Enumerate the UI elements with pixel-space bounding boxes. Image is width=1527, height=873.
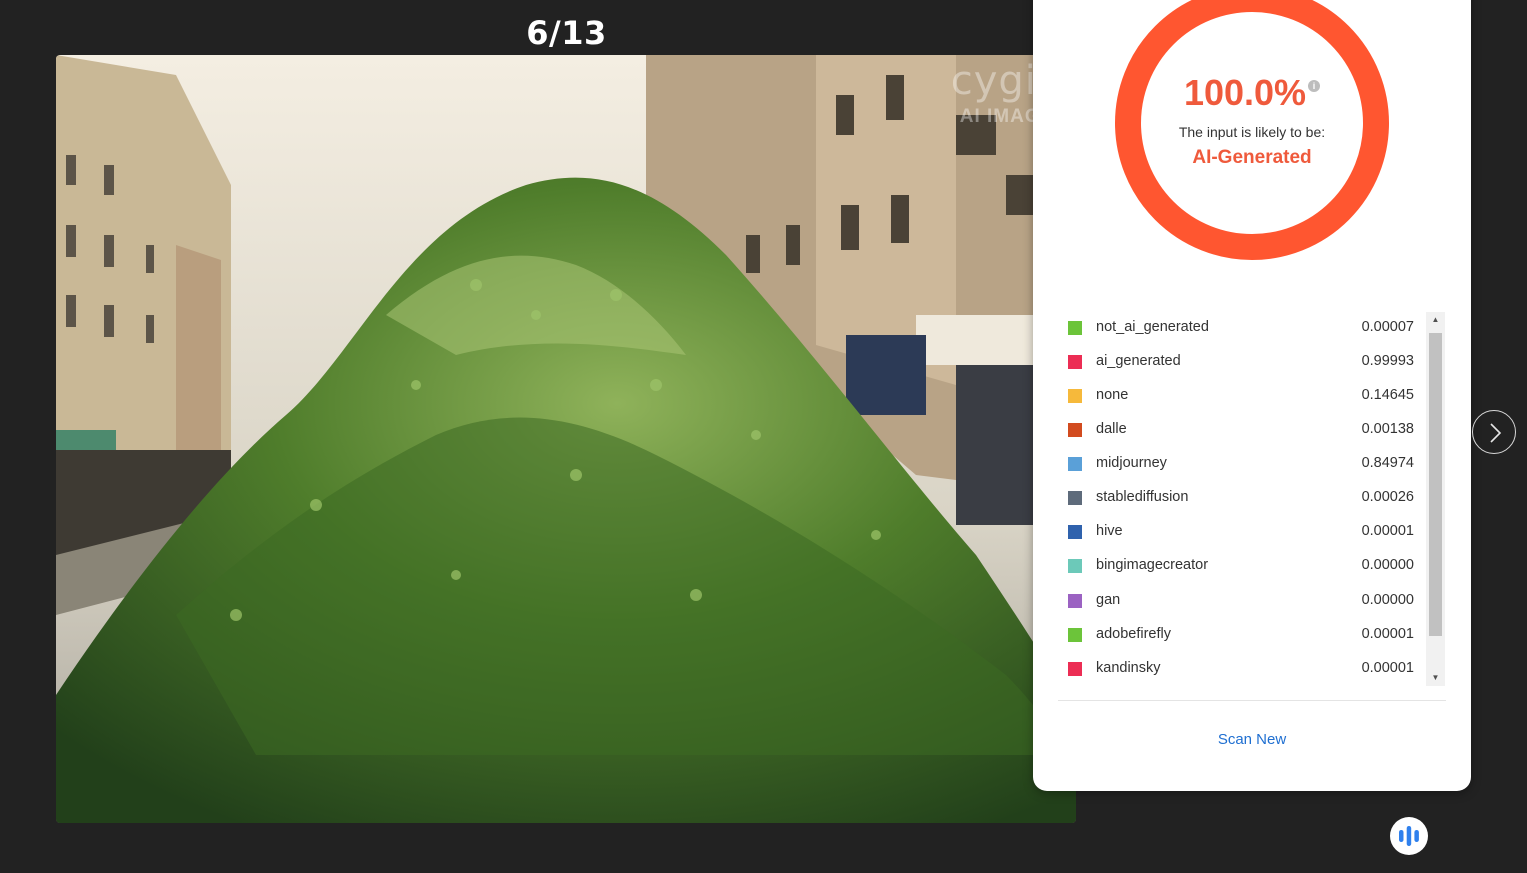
list-item: midjourney 0.84974 (1060, 448, 1420, 482)
next-image-button[interactable] (1472, 410, 1516, 454)
class-score: 0.00001 (1361, 626, 1414, 642)
analyzed-image: cygig AI IMAGE (56, 55, 1076, 823)
legend-swatch (1068, 594, 1082, 608)
chevron-right-icon (1490, 423, 1502, 443)
class-name: ai_generated (1096, 353, 1181, 369)
legend-swatch (1068, 662, 1082, 676)
list-item: ai_generated 0.99993 (1060, 346, 1420, 380)
class-name: not_ai_generated (1096, 319, 1209, 335)
list-item: hive 0.00001 (1060, 516, 1420, 550)
list-scrollbar[interactable]: ▲ ▼ (1426, 312, 1445, 686)
class-score: 0.00001 (1361, 660, 1414, 676)
confidence-value: 100.0% (1183, 72, 1307, 113)
class-name: gan (1096, 592, 1121, 608)
list-item: bingimagecreator 0.00000 (1060, 550, 1420, 584)
class-score: 0.00000 (1361, 592, 1414, 608)
scan-new-button[interactable]: Scan New (1033, 731, 1471, 748)
legend-swatch (1068, 423, 1082, 437)
image-counter: 6/13 (526, 14, 607, 52)
class-name: midjourney (1096, 455, 1167, 471)
class-name: hive (1096, 523, 1123, 539)
list-item: not_ai_generated 0.00007 (1060, 312, 1420, 346)
class-score: 0.00026 (1361, 489, 1414, 505)
scrollbar-thumb[interactable] (1429, 333, 1442, 636)
confidence-percent: 100.0% i (1033, 72, 1471, 114)
class-name: bingimagecreator (1096, 557, 1209, 573)
class-score: 0.00007 (1361, 319, 1414, 335)
class-score: 0.14645 (1361, 387, 1414, 403)
list-item: dalle 0.00138 (1060, 414, 1420, 448)
audio-bars-icon (1399, 826, 1419, 846)
list-item: adobefirefly 0.00001 (1060, 619, 1420, 653)
class-score: 0.84974 (1361, 455, 1414, 471)
class-score: 0.00001 (1361, 523, 1414, 539)
parsley-street-photo (56, 55, 1076, 823)
class-name: stablediffusion (1096, 489, 1189, 505)
class-score: 0.00138 (1361, 421, 1414, 437)
scroll-up-arrow-icon[interactable]: ▲ (1426, 312, 1445, 328)
scroll-down-arrow-icon[interactable]: ▼ (1426, 670, 1445, 686)
legend-swatch (1068, 559, 1082, 573)
list-item: none 0.14645 (1060, 380, 1420, 414)
legend-swatch (1068, 389, 1082, 403)
verdict-label: AI-Generated (1192, 147, 1312, 168)
legend-swatch (1068, 457, 1082, 471)
list-item: gan 0.00000 (1060, 585, 1420, 619)
legend-swatch (1068, 525, 1082, 539)
detection-result-panel: 100.0% i The input is likely to be: AI-Ge… (1033, 0, 1471, 791)
class-name: none (1096, 387, 1129, 403)
legend-swatch (1068, 491, 1082, 505)
info-icon[interactable]: i (1308, 80, 1321, 92)
class-score-list[interactable]: not_ai_generated 0.00007 ai_generated 0.99… (1060, 312, 1446, 686)
class-name: dalle (1096, 421, 1127, 437)
likely-label: The input is likely to be: (1178, 124, 1326, 140)
class-score: 0.99993 (1361, 353, 1414, 369)
list-item: kandinsky 0.00001 (1060, 653, 1420, 686)
list-item: stablediffusion 0.00026 (1060, 482, 1420, 516)
class-name: kandinsky (1096, 660, 1161, 676)
class-score: 0.00000 (1361, 557, 1414, 573)
legend-swatch (1068, 321, 1082, 335)
class-name: adobefirefly (1096, 626, 1171, 642)
divider (1058, 700, 1446, 701)
assistant-button[interactable] (1390, 817, 1428, 855)
legend-swatch (1068, 628, 1082, 642)
legend-swatch (1068, 355, 1082, 369)
